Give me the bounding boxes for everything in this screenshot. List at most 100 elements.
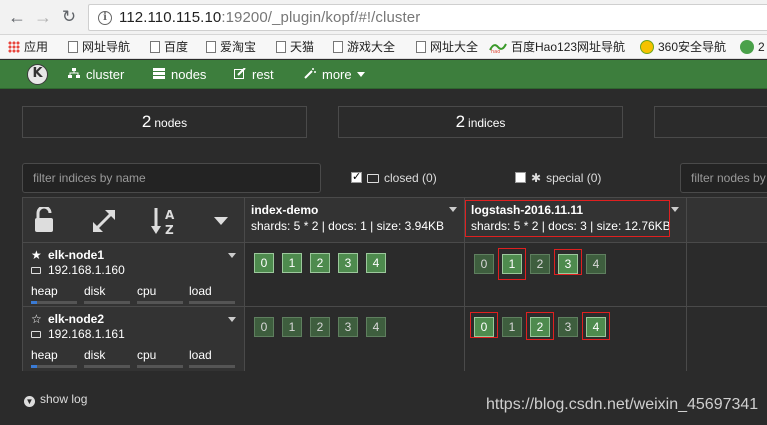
cpu-label: cpu [137, 348, 157, 362]
bookmark-label: 360安全导航 [658, 40, 727, 54]
heap-label: heap [31, 284, 58, 298]
cpu-bar [137, 301, 183, 304]
bookmark-aitaobao[interactable]: 爱淘宝 [206, 38, 256, 56]
expand-icon[interactable] [91, 208, 117, 234]
index-name: index-demo [251, 203, 319, 217]
load-label: load [189, 348, 212, 362]
caret-down-icon[interactable] [449, 207, 457, 212]
nav-rest[interactable]: rest [234, 60, 274, 89]
sort-alpha-icon[interactable]: A Z [151, 206, 181, 238]
shard-replica[interactable]: 0 [254, 317, 274, 337]
annotation-highlight [526, 312, 554, 340]
bookmark-label: 百度 [164, 40, 189, 54]
annotation-highlight [582, 312, 610, 340]
page-icon [68, 40, 78, 53]
shard-replica[interactable]: 2 [310, 317, 330, 337]
disk-label: disk [84, 348, 106, 362]
page-icon [206, 40, 216, 53]
bookmark-wangzhi-daquan[interactable]: 网址大全 [416, 38, 478, 56]
caret-down-icon[interactable] [228, 317, 236, 322]
nav-nodes[interactable]: nodes [153, 60, 206, 89]
shards-node2-empty [687, 307, 767, 371]
shard-replica[interactable]: 3 [338, 317, 358, 337]
indices-count: 2 [455, 112, 466, 131]
bookmark-tianmao[interactable]: 天猫 [276, 38, 314, 56]
nav-cluster[interactable]: cluster [68, 60, 124, 89]
shard[interactable]: 2 [310, 253, 330, 273]
caret-down-icon [356, 72, 365, 77]
node-row-elk-node1[interactable]: ★ elk-node1 192.168.1.160 heap disk cpu l… [23, 243, 245, 307]
bookmark-hao123[interactable]: hao 百度Hao123网址导航 [489, 38, 625, 56]
back-arrow-icon[interactable]: ← [6, 6, 28, 28]
node-ip: 192.168.1.160 [48, 263, 125, 277]
caret-down-icon[interactable] [671, 207, 679, 212]
nodes-count: 2 [141, 112, 152, 131]
bookmark-baidu[interactable]: 百度 [150, 38, 188, 56]
shard-replica[interactable]: 3 [558, 317, 578, 337]
shards-node1-logstash: 0 1 2 3 4 [465, 243, 687, 307]
bookmark-wangzhi-daohang[interactable]: 网址导航 [68, 38, 130, 56]
shard[interactable]: 1 [282, 253, 302, 273]
shard-replica[interactable]: 1 [502, 317, 522, 337]
bookmark-label: 网址导航 [82, 40, 131, 54]
heap-bar [31, 301, 77, 304]
load-stat: load [189, 348, 235, 368]
bookmark-360[interactable]: 360安全导航 [640, 38, 726, 56]
shard[interactable]: 4 [366, 253, 386, 273]
disk-stat: disk [84, 348, 130, 368]
disk-label: disk [84, 284, 106, 298]
svg-text:Z: Z [165, 223, 174, 237]
special-checkbox[interactable] [515, 172, 526, 183]
unlock-icon[interactable] [33, 207, 55, 233]
node-row-elk-node2[interactable]: ☆ elk-node2 192.168.1.161 heap disk cpu l… [23, 307, 245, 371]
cpu-stat: cpu [137, 348, 183, 368]
kopf-logo[interactable]: K [27, 64, 48, 85]
info-icon[interactable]: i [98, 11, 112, 25]
shard[interactable]: 3 [338, 253, 358, 273]
annotation-highlight [554, 249, 582, 275]
shards-node2-index-demo: 0 1 2 3 4 [245, 307, 465, 371]
filter-indices-input[interactable] [22, 163, 321, 193]
reload-icon[interactable]: ↻ [58, 6, 80, 28]
star-outline-icon: ☆ [31, 312, 42, 326]
hdd-icon [31, 267, 41, 274]
cluster-overview-grid: A Z index-demo shards: 5 * 2 | docs: 1 |… [22, 197, 767, 371]
index-header-empty [687, 198, 767, 243]
index-header-index-demo[interactable]: index-demo shards: 5 * 2 | docs: 1 | siz… [245, 198, 465, 243]
load-label: load [189, 284, 212, 298]
closed-filter[interactable]: closed (0) [351, 170, 437, 185]
special-filter[interactable]: ✱ special (0) [515, 171, 601, 185]
shard-replica[interactable]: 4 [366, 317, 386, 337]
shard[interactable]: 0 [254, 253, 274, 273]
bookmark-label: 2 [758, 40, 765, 54]
cpu-stat: cpu [137, 284, 183, 304]
sitemap-icon [68, 68, 80, 78]
page-icon [416, 40, 426, 53]
page-icon [333, 40, 343, 53]
shard-replica[interactable]: 0 [474, 254, 494, 274]
triangle-down-icon[interactable] [214, 217, 228, 225]
disk-bar [84, 365, 130, 368]
forward-arrow-icon[interactable]: → [32, 6, 54, 28]
bookmark-label: 应用 [24, 40, 49, 54]
green-circle-icon [740, 39, 754, 54]
closed-checkbox[interactable] [351, 170, 362, 183]
page-icon [150, 40, 160, 53]
bookmark-label: 游戏大全 [347, 40, 396, 54]
filter-nodes-input[interactable] [680, 163, 767, 193]
caret-down-icon[interactable] [228, 253, 236, 258]
apps-icon [8, 40, 20, 53]
heap-bar-fill [31, 301, 37, 304]
bookmark-apps[interactable]: 应用 [8, 38, 48, 56]
bookmark-label: 百度Hao123网址导航 [511, 40, 626, 54]
address-bar[interactable]: i 112.110.115.10:19200/_plugin/kopf/#!/c… [88, 4, 767, 31]
bookmark-youxi-daquan[interactable]: 游戏大全 [333, 38, 395, 56]
nav-more-dropdown[interactable]: more [304, 60, 365, 89]
shard-replica[interactable]: 4 [586, 254, 606, 274]
shard-replica[interactable]: 2 [530, 254, 550, 274]
bookmark-overflow[interactable]: 2 [740, 38, 765, 56]
shard-replica[interactable]: 1 [282, 317, 302, 337]
watermark-text: https://blog.csdn.net/weixin_45697341 [486, 396, 759, 413]
show-log-toggle[interactable]: ▼ show log [24, 392, 87, 407]
annotation-highlight [465, 200, 670, 237]
